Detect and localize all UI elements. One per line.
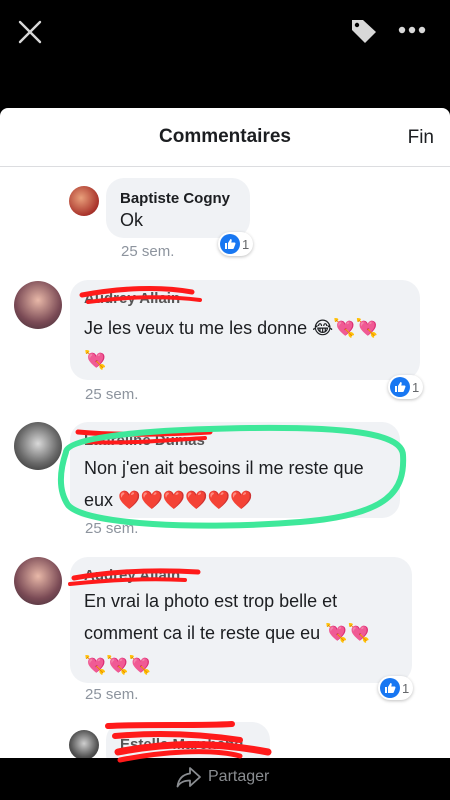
emoji: ❤️ bbox=[162, 490, 186, 510]
avatar[interactable] bbox=[14, 557, 62, 605]
comment-author[interactable]: Estelle Marchand bbox=[120, 736, 243, 753]
comment-text-content: Je les veux tu me les donne bbox=[84, 318, 308, 338]
comment-bubble[interactable]: Estelle Marchand bbox=[106, 722, 270, 758]
emoji: ❤️ bbox=[230, 490, 253, 510]
like-icon bbox=[220, 234, 240, 254]
comment-author[interactable]: Audrey Allain bbox=[84, 567, 180, 584]
avatar[interactable] bbox=[69, 730, 99, 758]
comment-bubble[interactable]: Audrey Allain En vrai la photo est trop … bbox=[70, 557, 412, 683]
emoji: 💘 bbox=[333, 318, 356, 338]
reaction-badge[interactable]: 1 bbox=[388, 375, 424, 399]
more-icon[interactable] bbox=[398, 26, 426, 34]
comment-text-content: En vrai la photo est trop belle et bbox=[84, 591, 338, 611]
emoji: 💘 bbox=[355, 318, 379, 338]
like-icon bbox=[390, 377, 410, 397]
comment-text: Ok bbox=[120, 210, 144, 230]
page-title: Commentaires bbox=[159, 126, 291, 147]
comment-bubble[interactable]: Audrey Allain Je les veux tu me les donn… bbox=[70, 280, 420, 380]
comment-text: En vrai la photo est trop belle et comme… bbox=[84, 585, 404, 681]
comment-author[interactable]: Audrey Allain bbox=[84, 290, 180, 307]
comment-text-content: Non j'en ait besoins il me reste que bbox=[84, 458, 364, 478]
emoji: 😂 bbox=[312, 318, 334, 338]
like-icon bbox=[380, 678, 400, 698]
bottom-bar: Partager bbox=[0, 758, 450, 800]
comment-bubble[interactable]: Baptiste Cogny Ok bbox=[106, 178, 250, 238]
sheet-header: Commentaires Fin bbox=[0, 108, 450, 167]
emoji: 💘 bbox=[84, 655, 107, 675]
comment-author[interactable]: Lauréline Dumas bbox=[84, 432, 205, 449]
comment-text: Je les veux tu me les donne 😂💘💘 💘 bbox=[84, 312, 414, 376]
comment-text-content: eux bbox=[84, 490, 114, 510]
reaction-badge[interactable]: 1 bbox=[378, 676, 414, 700]
emoji: 💘 bbox=[325, 623, 348, 643]
comment-text: Non j'en ait besoins il me reste que eux… bbox=[84, 452, 394, 516]
comment-bubble[interactable]: Lauréline Dumas Non j'en ait besoins il … bbox=[70, 422, 400, 518]
top-bar bbox=[0, 0, 450, 108]
share-icon[interactable] bbox=[176, 766, 202, 788]
emoji: ❤️ bbox=[185, 490, 208, 510]
comment-text-content: comment ca il te reste que eu bbox=[84, 623, 321, 643]
emoji: 💘 bbox=[106, 655, 129, 675]
avatar[interactable] bbox=[69, 186, 99, 216]
emoji: 💘 bbox=[128, 655, 152, 675]
emoji: ❤️ bbox=[207, 490, 231, 510]
comment-time: 25 sem. bbox=[121, 243, 175, 260]
emoji: ❤️ bbox=[118, 490, 141, 510]
tag-icon[interactable] bbox=[350, 18, 378, 44]
emoji: 💘 bbox=[84, 350, 107, 370]
comments-sheet: Commentaires Fin Baptiste Cogny Ok 1 25 … bbox=[0, 108, 450, 758]
reaction-count: 1 bbox=[242, 236, 250, 252]
emoji: 💘 bbox=[347, 623, 370, 643]
emoji: ❤️ bbox=[140, 490, 163, 510]
close-icon[interactable] bbox=[18, 20, 42, 44]
comment-time: 25 sem. bbox=[85, 386, 139, 403]
reaction-count: 1 bbox=[402, 680, 410, 696]
comment-time: 25 sem. bbox=[85, 686, 139, 703]
share-button[interactable]: Partager bbox=[208, 768, 269, 786]
avatar[interactable] bbox=[14, 422, 62, 470]
comment-time: 25 sem. bbox=[85, 520, 139, 537]
reaction-count: 1 bbox=[412, 379, 420, 395]
avatar[interactable] bbox=[14, 281, 62, 329]
reaction-badge[interactable]: 1 bbox=[218, 232, 254, 256]
done-button[interactable]: Fin bbox=[408, 127, 434, 149]
